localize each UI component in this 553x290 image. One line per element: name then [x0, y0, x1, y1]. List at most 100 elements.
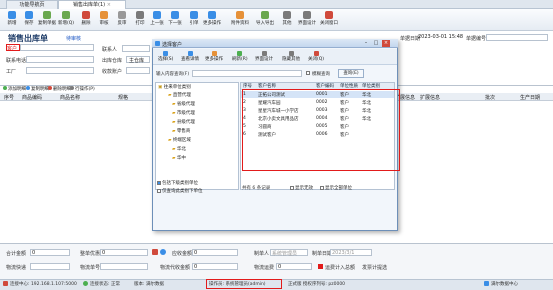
- toolbar-label: 界面设计: [298, 21, 316, 26]
- toolbar-label: 引单: [189, 21, 199, 26]
- toolbar-button[interactable]: 上一张: [148, 11, 166, 29]
- logistics-no-field[interactable]: [100, 263, 148, 270]
- toolbar-button[interactable]: 引单: [185, 11, 203, 29]
- toolbar-button[interactable]: 其他: [278, 11, 296, 29]
- tree-item-label: 终端区域: [172, 138, 191, 143]
- phone-field[interactable]: [26, 56, 94, 63]
- warehouse-field[interactable]: 主仓库: [126, 56, 150, 64]
- toolbar-button[interactable]: 界面设计: [298, 11, 316, 29]
- folder-icon: ▰: [172, 120, 176, 125]
- toolbar-button[interactable]: 审核: [95, 11, 113, 29]
- tree-item[interactable]: ▰ 终端区域: [168, 137, 191, 143]
- tree-item[interactable]: ▰ 华中: [172, 155, 186, 161]
- dialog-toolbar-button[interactable]: 界面设计: [255, 51, 273, 63]
- toolbar-label: 导入导出: [256, 21, 274, 26]
- grid-action-button[interactable]: 添加明细: [3, 86, 26, 92]
- factory-field[interactable]: [26, 67, 94, 74]
- maximize-icon[interactable]: □: [372, 40, 380, 47]
- toolbar-label: 新增: [7, 21, 17, 26]
- grid-column-header[interactable]: 生产日期: [520, 94, 540, 101]
- toolbar-label: 复制单据: [38, 21, 56, 26]
- factory-label: 工厂: [6, 69, 17, 75]
- highlight-rect: [242, 89, 400, 171]
- tree-item-label: 华中: [176, 156, 186, 161]
- grid-column-header[interactable]: 批次: [485, 94, 495, 101]
- date-field[interactable]: 2023-03-01 15:48: [418, 34, 463, 40]
- dialog-toolbar-button[interactable]: 隐藏其他: [282, 51, 300, 63]
- operator-status: 操作员: 系统管理员(admin): [209, 282, 266, 287]
- grid-column-header[interactable]: 商品编码: [22, 94, 42, 101]
- toolbar-button[interactable]: 打印: [131, 11, 149, 29]
- tree-item[interactable]: ▰ 市级代理: [172, 110, 195, 116]
- dialog-toolbar-button[interactable]: 选择(S): [158, 51, 173, 63]
- minimize-icon[interactable]: –: [362, 40, 370, 47]
- tree-item[interactable]: ▰ 县级代理: [172, 119, 195, 125]
- grid-action-button[interactable]: 删除明细: [48, 86, 71, 92]
- only-category-checkbox[interactable]: 仅查询此类别下单位: [157, 188, 203, 194]
- grid-action-label: 添加明细: [8, 87, 26, 92]
- gear-icon[interactable]: [160, 249, 166, 255]
- dialog-toolbar-button[interactable]: 查看详情: [181, 51, 199, 63]
- bill-no-field[interactable]: [486, 34, 548, 41]
- contact-field[interactable]: [122, 45, 150, 52]
- freight-fee-field[interactable]: 0: [276, 263, 312, 270]
- tree-item[interactable]: ▰ 零售商: [172, 128, 190, 134]
- toolbar-button[interactable]: 更多操作: [203, 11, 221, 29]
- tree-root[interactable]: ▣ 往来单位类别: [158, 84, 191, 90]
- logistics-field[interactable]: [30, 263, 70, 270]
- close-icon[interactable]: ×: [107, 2, 111, 8]
- toolbar-button[interactable]: 导入导出: [256, 11, 274, 29]
- tab-sales-out[interactable]: 销售出库单(1) ×: [58, 0, 126, 9]
- show-all-checkbox[interactable]: 显示全部单位: [320, 185, 352, 191]
- folder-icon: ▰: [172, 129, 176, 134]
- tree-item[interactable]: ▰ 直营代理: [168, 92, 191, 98]
- grid-action-button[interactable]: 行操作(P): [70, 86, 95, 92]
- tab-home[interactable]: 功能导航页: [6, 0, 58, 9]
- toolbar-button[interactable]: 新增: [3, 11, 21, 29]
- close-icon[interactable]: ×: [382, 40, 390, 47]
- toolbar-button[interactable]: 下一张: [166, 11, 184, 29]
- total-field[interactable]: 0: [30, 249, 70, 256]
- toolbar-label: 更多操作: [203, 21, 221, 26]
- receivable-field[interactable]: 0: [192, 249, 238, 256]
- discount-field[interactable]: 0: [100, 249, 148, 256]
- toolbar-button[interactable]: 删除: [77, 11, 95, 29]
- customer-label: 客户: [6, 44, 20, 52]
- clear-icon[interactable]: [152, 249, 158, 255]
- freight-field[interactable]: 0: [192, 263, 238, 270]
- dialog-toolbar-icon: [163, 51, 169, 56]
- grid-column-header[interactable]: 商品名称: [60, 94, 80, 101]
- fuzzy-checkbox[interactable]: [306, 71, 310, 75]
- search-button[interactable]: 查询(E): [338, 69, 364, 78]
- dialog-toolbar-button[interactable]: 更多操作: [205, 51, 223, 63]
- category-tree: [155, 82, 239, 190]
- toolbar-button[interactable]: 附件资料: [231, 11, 249, 29]
- maker-field[interactable]: 系统管理员: [270, 249, 308, 257]
- dialog-toolbar-label: 关闭(Q): [308, 57, 325, 62]
- dialog-toolbar-label: 选择(S): [158, 57, 174, 62]
- grid-column-header[interactable]: 序号: [4, 94, 14, 101]
- fee-checkbox[interactable]: [318, 264, 323, 269]
- toolbar-icon: [100, 11, 108, 19]
- grid-column-header[interactable]: 扩展信息: [420, 94, 440, 101]
- tree-item[interactable]: ▰ 省级代理: [172, 101, 195, 107]
- toolbar-button[interactable]: 保存: [20, 11, 38, 29]
- payment-label: 收款账户: [102, 69, 123, 75]
- show-invalid-checkbox[interactable]: 显示无效: [290, 185, 313, 191]
- toolbar-button[interactable]: 反审: [113, 11, 131, 29]
- dialog-toolbar-button[interactable]: 刷新(R): [232, 51, 248, 63]
- grid-column-header[interactable]: 规格: [118, 94, 128, 101]
- grid-action-button[interactable]: 复制明细: [26, 86, 49, 92]
- tree-item[interactable]: ▰ 华北: [172, 146, 186, 152]
- toolbar-button[interactable]: 复制单据: [38, 11, 56, 29]
- include-sub-checkbox[interactable]: 包括下级类别单位: [157, 180, 198, 186]
- toolbar-icon: [82, 11, 90, 19]
- status-link[interactable]: 待审核: [66, 35, 81, 42]
- customer-field[interactable]: [20, 44, 94, 51]
- make-date-field[interactable]: 2023/3/1: [330, 249, 372, 256]
- search-input[interactable]: [192, 70, 302, 77]
- toolbar-button[interactable]: 关闭窗口: [320, 11, 338, 29]
- dialog-toolbar-button[interactable]: 关闭(Q): [308, 51, 324, 63]
- toolbar-button[interactable]: 新增(Q): [57, 11, 75, 29]
- payment-field[interactable]: [126, 67, 150, 74]
